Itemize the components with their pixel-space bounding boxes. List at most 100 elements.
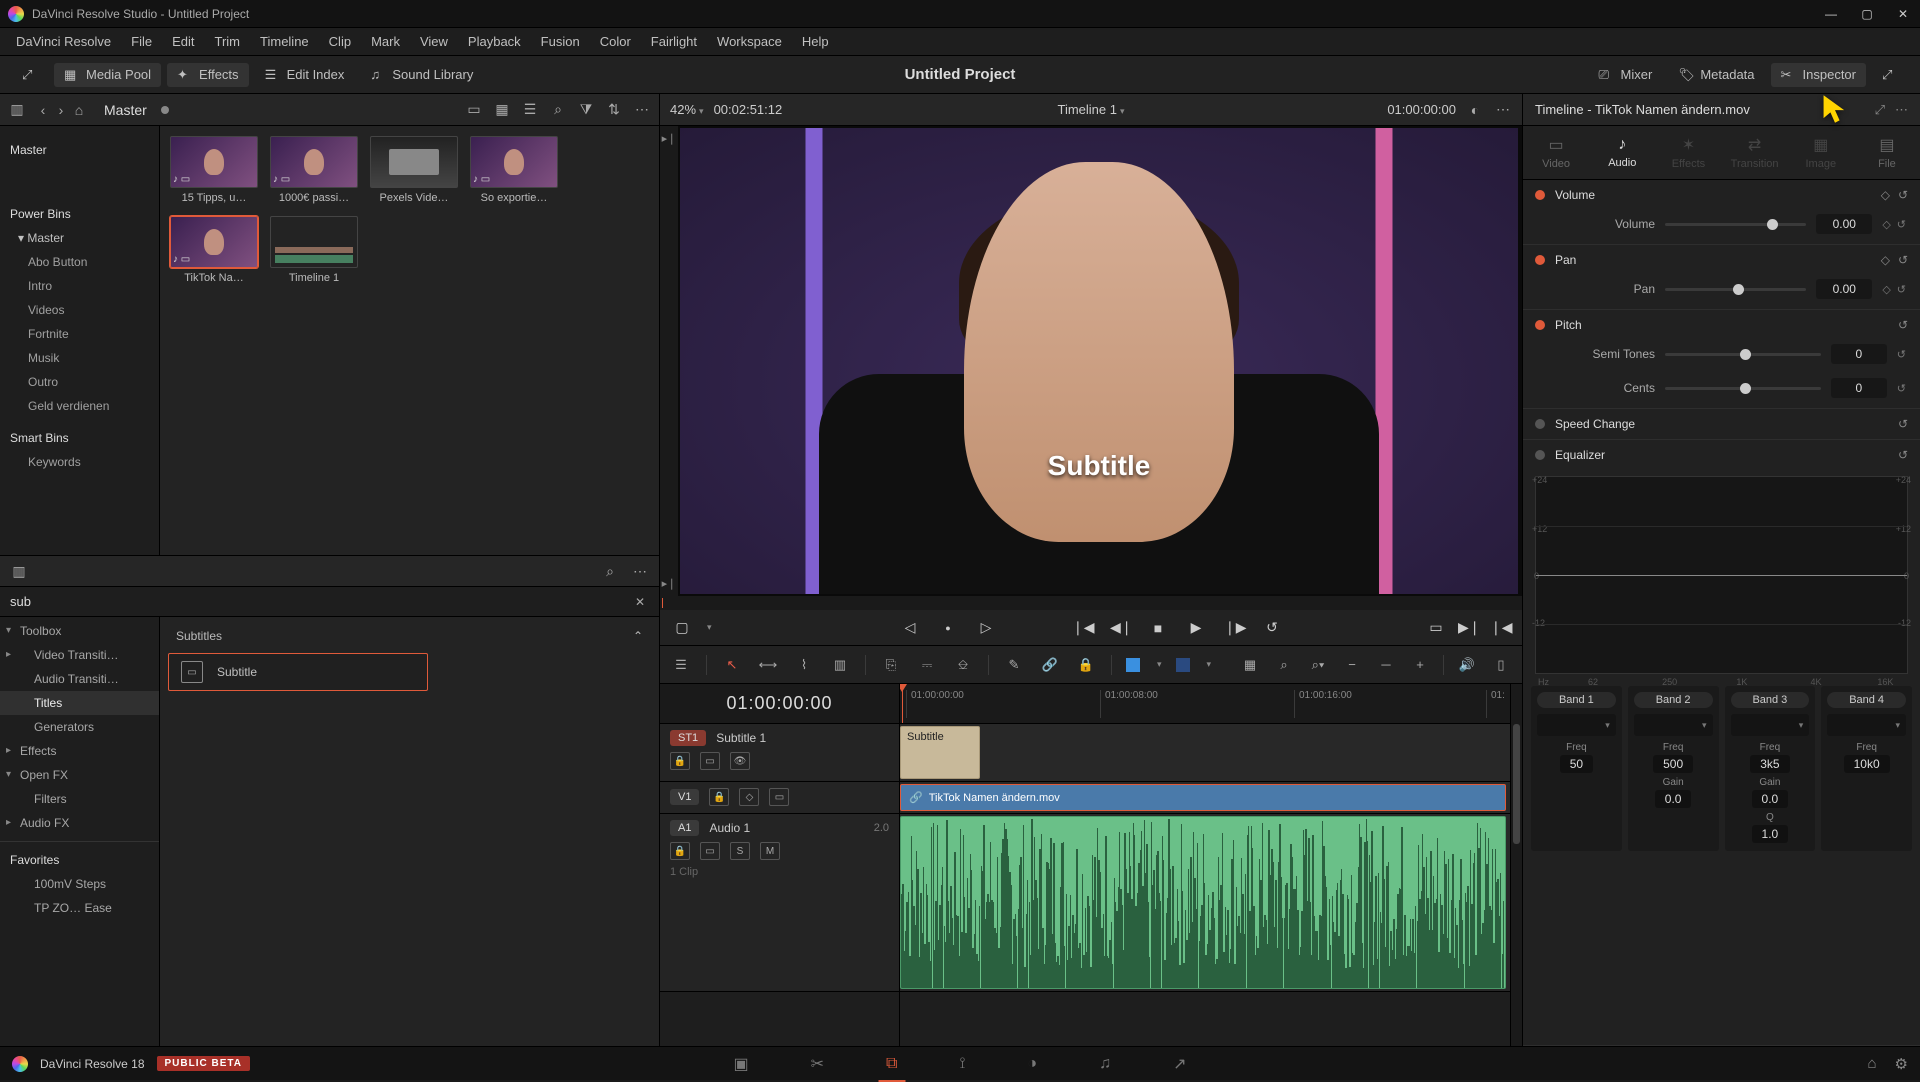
smartbin-item[interactable]: Keywords (0, 450, 159, 474)
home-button[interactable]: ⌂ (1867, 1055, 1876, 1073)
pan-slider[interactable] (1665, 288, 1806, 291)
custom-zoom-button[interactable]: ⌕▾ (1307, 654, 1329, 676)
track-mute-icon[interactable]: M (760, 842, 780, 860)
audio-clip[interactable] (900, 816, 1506, 989)
inspector-expand-button[interactable]: ⤢ (1875, 102, 1885, 118)
track-auto-icon[interactable]: ◇ (739, 788, 759, 806)
band-q-value[interactable]: 1.0 (1752, 825, 1789, 843)
fx-options-button[interactable]: ⋯ (631, 562, 649, 580)
track-disable-icon[interactable]: ▭ (769, 788, 789, 806)
bin-view-button[interactable]: ▥ (8, 101, 26, 119)
reset-icon[interactable]: ↺ (1897, 348, 1906, 361)
fx-search-clear[interactable]: ✕ (631, 595, 649, 609)
reset-icon[interactable]: ↺ (1898, 448, 1908, 462)
menu-clip[interactable]: Clip (319, 34, 361, 49)
sort-button[interactable]: ⇅ (605, 101, 623, 119)
prev-frame-button[interactable]: ◀❘ (1110, 619, 1130, 636)
flag-button[interactable] (1126, 658, 1140, 672)
zoom-in-button[interactable]: + (1409, 654, 1431, 676)
menu-timeline[interactable]: Timeline (250, 34, 319, 49)
nav-back-button[interactable]: ‹ (34, 101, 52, 119)
window-minimize-button[interactable]: — (1822, 5, 1840, 23)
smart-bins-header[interactable]: Smart Bins (0, 426, 159, 450)
page-fairlight[interactable]: ♫ (1091, 1054, 1119, 1074)
window-maximize-button[interactable]: ▢ (1858, 5, 1876, 23)
clip-thumb-selected[interactable]: ♪ ▭TikTok Na… (170, 216, 258, 284)
track-solo-icon[interactable]: S (730, 842, 750, 860)
dynamic-trim-tool[interactable]: ⌇ (793, 654, 815, 676)
volume-slider[interactable] (1665, 223, 1806, 226)
nav-home-button[interactable]: ⌂ (70, 101, 88, 119)
viewer-scrubber[interactable] (660, 596, 1522, 610)
viewer-zoom[interactable]: 42%▾ (670, 102, 704, 117)
reset-icon[interactable]: ↺ (1897, 283, 1906, 296)
blade-edit-button[interactable]: ✎ (1003, 654, 1025, 676)
eq-band-3[interactable]: Band 3 ▾ Freq3k5 Gain0.0 Q1.0 (1725, 686, 1816, 851)
blade-tool[interactable]: ▥ (829, 654, 851, 676)
selection-tool[interactable]: ↖ (721, 654, 743, 676)
menu-trim[interactable]: Trim (205, 34, 251, 49)
thumbnail-slider-icon[interactable]: ▭ (465, 101, 483, 119)
inspector-tab-video[interactable]: ▭Video (1523, 126, 1589, 179)
filter-button[interactable]: ⧩ (577, 101, 595, 119)
track-arm-icon[interactable]: ▭ (700, 842, 720, 860)
fx-cat-openfx[interactable]: ▾Open FX (0, 763, 159, 787)
fx-group-header[interactable]: Subtitles⌃ (168, 625, 651, 647)
fx-cat-filters[interactable]: Filters (0, 787, 159, 811)
menu-davinci-resolve[interactable]: DaVinci Resolve (6, 34, 121, 49)
subtitle-track-header[interactable]: ST1 Subtitle 1 🔒 ▭ 👁 (660, 724, 899, 782)
nav-fwd-button[interactable]: › (52, 101, 70, 119)
volume-value[interactable]: 0.00 (1816, 214, 1872, 234)
powerbin-item[interactable]: Intro (0, 274, 159, 298)
band-freq-value[interactable]: 500 (1653, 755, 1693, 773)
thumb-view-button[interactable]: ▦ (493, 101, 511, 119)
inspector-tab-audio[interactable]: ♪Audio (1589, 126, 1655, 179)
menu-mark[interactable]: Mark (361, 34, 410, 49)
clip-thumb[interactable]: ♪ ▭So exportie… (470, 136, 558, 204)
detail-zoom-button[interactable]: ⌕ (1273, 654, 1295, 676)
edit-index-toggle[interactable]: ☰Edit Index (255, 63, 355, 87)
menu-playback[interactable]: Playback (458, 34, 531, 49)
powerbin-item[interactable]: Fortnite (0, 322, 159, 346)
semitones-value[interactable]: 0 (1831, 344, 1887, 364)
powerbin-item[interactable]: Videos (0, 298, 159, 322)
powerbin-item[interactable]: Abo Button (0, 250, 159, 274)
search-button[interactable]: ⌕ (549, 101, 567, 119)
effects-toggle[interactable]: ✦Effects (167, 63, 249, 87)
jump-button[interactable]: ▸❘ (662, 577, 677, 590)
prev-marker-button[interactable]: ◁ (900, 619, 920, 636)
semitones-slider[interactable] (1665, 353, 1821, 356)
viewer-mode-button[interactable]: ▢ (672, 619, 692, 636)
band-shape-dropdown[interactable]: ▾ (1731, 714, 1810, 736)
powerbin-item[interactable]: Geld verdienen (0, 394, 159, 418)
eq-band-2[interactable]: Band 2 ▾ Freq500 Gain0.0 (1628, 686, 1719, 851)
band-shape-dropdown[interactable]: ▾ (1537, 714, 1616, 736)
fx-cat-titles[interactable]: Titles (0, 691, 159, 715)
menu-fairlight[interactable]: Fairlight (641, 34, 707, 49)
pan-value[interactable]: 0.00 (1816, 279, 1872, 299)
band-gain-value[interactable]: 0.0 (1655, 790, 1692, 808)
play-button[interactable]: ▶ (1186, 619, 1206, 636)
page-fusion[interactable]: ⟟ (951, 1054, 973, 1074)
bypass-grade-button[interactable]: ◐ (1466, 101, 1484, 119)
viewer-options-button[interactable]: ⋯ (1494, 101, 1512, 119)
reset-icon[interactable]: ↺ (1898, 417, 1908, 431)
timeline-meter[interactable]: ▯ (1490, 654, 1512, 676)
next-marker-button[interactable]: ▷ (976, 619, 996, 636)
track-lock-icon[interactable]: 🔒 (670, 752, 690, 770)
lock-button[interactable]: 🔒 (1075, 654, 1097, 676)
fx-favorite-item[interactable]: TP ZO… Ease (0, 896, 159, 920)
zoom-pan-button[interactable]: ▦ (1239, 654, 1261, 676)
reset-icon[interactable]: ↺ (1898, 188, 1908, 202)
fx-cat-toolbox[interactable]: ▾Toolbox (0, 619, 159, 643)
keyframe-icon[interactable]: ◇ (1882, 283, 1890, 296)
stop-button[interactable]: ■ (1148, 620, 1168, 636)
replace-button[interactable]: ⎒ (952, 654, 974, 676)
loop-button[interactable]: ↺ (1262, 619, 1282, 636)
page-media[interactable]: ▣ (726, 1054, 757, 1074)
viewer-canvas[interactable]: Subtitle (680, 128, 1518, 594)
powerbin-item[interactable]: Outro (0, 370, 159, 394)
menu-color[interactable]: Color (590, 34, 641, 49)
collapse-icon[interactable]: ⌃ (633, 629, 643, 643)
insert-button[interactable]: ⎘ (880, 654, 902, 676)
